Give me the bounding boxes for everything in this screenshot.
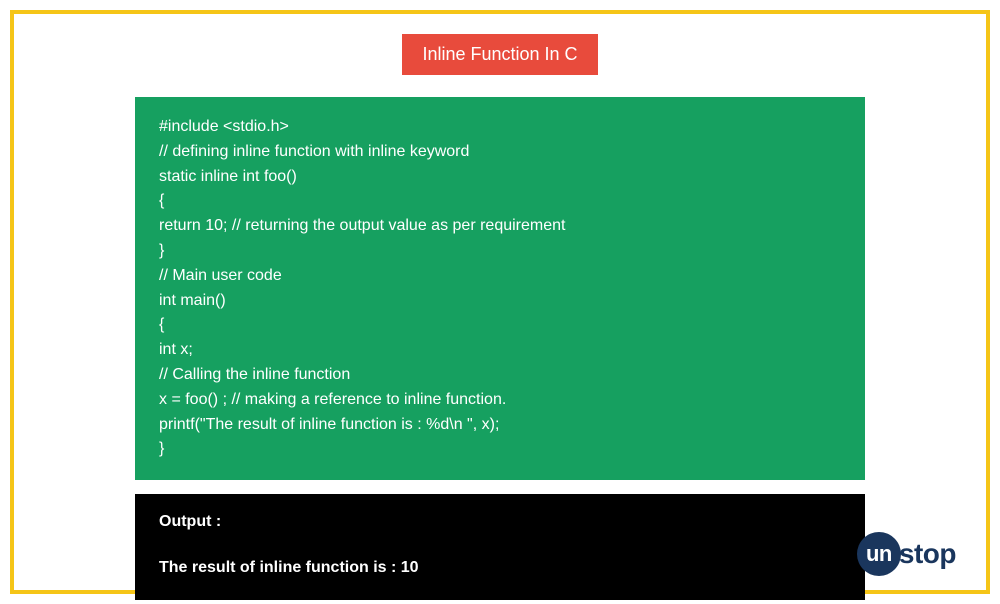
output-label: Output :	[159, 510, 841, 534]
logo-suffix: stop	[899, 538, 956, 569]
code-line: // Main user code	[159, 264, 841, 289]
code-line: {	[159, 313, 841, 338]
code-line: }	[159, 239, 841, 264]
code-line: int x;	[159, 338, 841, 363]
content-card: Inline Function In C #include <stdio.h> …	[10, 10, 990, 594]
code-line: x = foo() ; // making a reference to inl…	[159, 388, 841, 413]
output-text: The result of inline function is : 10	[159, 556, 841, 580]
logo-prefix: un	[857, 532, 901, 576]
code-line: printf("The result of inline function is…	[159, 413, 841, 438]
code-line: }	[159, 437, 841, 462]
code-block: #include <stdio.h> // defining inline fu…	[135, 97, 865, 480]
title-badge: Inline Function In C	[402, 34, 597, 75]
code-line: return 10; // returning the output value…	[159, 214, 841, 239]
brand-logo: unstop	[857, 532, 956, 576]
output-block: Output : The result of inline function i…	[135, 494, 865, 600]
code-line: static inline int foo()	[159, 165, 841, 190]
code-line: int main()	[159, 289, 841, 314]
code-line: {	[159, 189, 841, 214]
code-line: // defining inline function with inline …	[159, 140, 841, 165]
code-line: #include <stdio.h>	[159, 115, 841, 140]
code-line: // Calling the inline function	[159, 363, 841, 388]
